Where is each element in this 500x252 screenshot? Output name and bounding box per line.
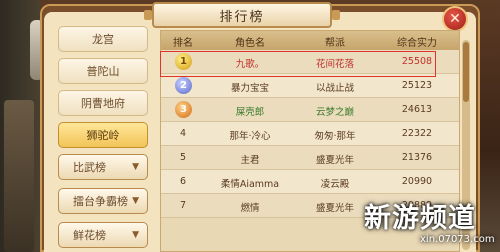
row-gang: 以战止战: [315, 83, 354, 94]
row-rank: 5: [179, 152, 187, 163]
header-rank: 排名: [173, 38, 193, 49]
row-gang: 花间花落: [315, 59, 354, 70]
row-rank: 6: [179, 176, 187, 187]
table-row[interactable]: 5 主君 盛夏光年 21376: [161, 146, 459, 170]
row-gang: 云梦之巅: [315, 107, 354, 118]
table-row[interactable]: 1 九歌。 花间花落 25508: [161, 50, 459, 74]
sidebar-item-xianhuabang[interactable]: 鲜花榜 ▼: [58, 222, 148, 248]
sidebar-item-leitai[interactable]: 擂台争霸榜 ▼: [58, 188, 148, 214]
row-power: 20990: [401, 176, 433, 187]
watermark-title: 新游频道: [364, 203, 476, 234]
close-button[interactable]: ✕: [442, 6, 468, 32]
header-gang: 帮派: [325, 38, 345, 49]
row-gang: 匆匆·那年: [314, 131, 356, 142]
row-name: 九歌。: [235, 59, 265, 70]
silver-medal-icon: 2: [175, 77, 192, 94]
row-power: 21376: [401, 152, 433, 163]
chevron-down-icon: ▼: [132, 230, 139, 240]
row-rank: 4: [179, 128, 187, 139]
watermark: 新游频道 xin.07073.com: [358, 196, 498, 250]
sidebar: 龙宫 普陀山 阴曹地府 狮驼岭 比武榜 ▼ 擂台争霸榜 ▼ 鲜花榜 ▼: [52, 26, 154, 252]
row-gang: 盛夏光年: [315, 155, 354, 166]
sidebar-item-longgong[interactable]: 龙宫: [58, 26, 148, 52]
row-gang: 凌云殿: [320, 179, 350, 190]
sidebar-item-label: 鲜花榜: [73, 229, 106, 242]
sidebar-item-shituoling[interactable]: 狮驼岭: [58, 122, 148, 148]
row-power: 22322: [401, 128, 433, 139]
window-title: 排行榜: [144, 2, 340, 28]
row-rank: 7: [179, 200, 187, 211]
sidebar-item-yincaodifu[interactable]: 阴曹地府: [58, 90, 148, 116]
header-power: 综合实力: [397, 38, 437, 49]
close-icon: ✕: [449, 11, 461, 27]
sidebar-item-putuoshan[interactable]: 普陀山: [58, 58, 148, 84]
sidebar-item-label: 龙宫: [92, 33, 114, 46]
sidebar-item-label: 普陀山: [86, 65, 120, 78]
row-name: 燃情: [240, 203, 260, 214]
row-power: 25123: [401, 80, 433, 91]
table-row[interactable]: 4 那年·冷心 匆匆·那年 22322: [161, 122, 459, 146]
header-name: 角色名: [235, 38, 265, 49]
row-name: 屎壳郎: [235, 107, 265, 118]
sidebar-item-label: 狮驼岭: [86, 129, 120, 142]
row-name: 主君: [240, 155, 260, 166]
sidebar-item-label: 阴曹地府: [81, 97, 125, 110]
sidebar-item-label: 比武榜: [73, 161, 106, 174]
background-pillar: [4, 100, 34, 252]
row-power: 24613: [401, 104, 433, 115]
row-name: 那年·冷心: [229, 131, 271, 142]
table-row[interactable]: 6 柔情Aiamma 凌云殿 20990: [161, 170, 459, 194]
watermark-url: xin.07073.com: [420, 234, 495, 245]
table-row[interactable]: 2 暴力宝宝 以战止战 25123: [161, 74, 459, 98]
background-left: [0, 0, 44, 252]
sidebar-item-biwubang[interactable]: 比武榜 ▼: [58, 154, 148, 180]
row-name: 柔情Aiamma: [220, 179, 280, 190]
table-row[interactable]: 3 屎壳郎 云梦之巅 24613: [161, 98, 459, 122]
table-header: 排名 角色名 帮派 综合实力: [161, 31, 459, 50]
chevron-down-icon: ▼: [132, 162, 139, 172]
scrollbar-thumb[interactable]: [463, 42, 469, 102]
row-name: 暴力宝宝: [230, 83, 269, 94]
gold-medal-icon: 1: [175, 53, 192, 70]
bronze-medal-icon: 3: [175, 101, 192, 118]
chevron-down-icon: ▼: [132, 196, 139, 206]
row-power: 25508: [401, 56, 433, 67]
sidebar-item-label: 擂台争霸榜: [73, 195, 128, 208]
